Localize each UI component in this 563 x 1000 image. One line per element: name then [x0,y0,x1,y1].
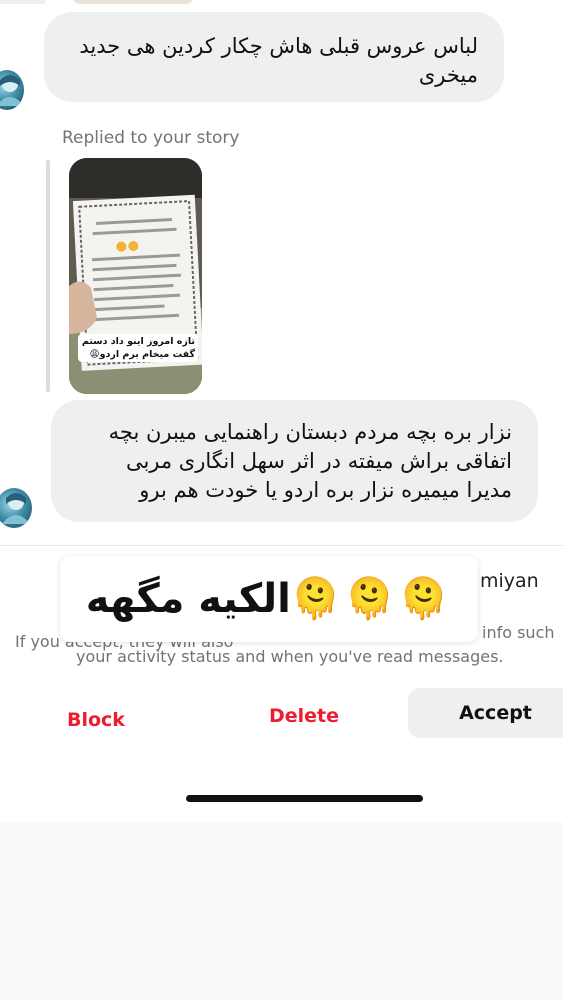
sticker-emoji: 🫠🫠🫠 [290,576,453,622]
accept-button[interactable]: Accept [408,688,563,738]
message-text: لباس عروس قبلی هاش چکار کردین هی جدید می… [79,34,478,87]
sender-avatar[interactable] [0,70,24,110]
story-caption: تازه امروز اینو داد دستم گفت میخام برم ا… [78,334,198,362]
sticker-text: الکیه مگهه [85,576,291,622]
panel-divider [0,545,563,546]
notice-line-1-right: info such [482,623,555,642]
accept-label: Accept [459,702,532,724]
delete-button[interactable]: Delete [269,705,339,727]
reply-indicator-bar [46,160,50,392]
previous-media-edge [72,0,194,4]
avatar-image-icon [0,75,24,106]
home-indicator[interactable] [186,795,423,802]
message-bubble[interactable]: لباس عروس قبلی هاش چکار کردین هی جدید می… [44,12,504,102]
previous-bubble-edge [0,0,46,4]
message-text: نزار بره بچه مردم دبستان راهنمایی میبرن … [108,420,512,502]
story-thumbnail[interactable]: تازه امروز اینو داد دستم گفت میخام برم ا… [69,158,202,394]
sender-avatar[interactable] [0,488,32,528]
block-button[interactable]: Block [67,709,125,731]
message-bubble[interactable]: نزار بره بچه مردم دبستان راهنمایی میبرن … [51,400,538,522]
avatar-image-icon [2,493,30,524]
notice-line-2: your activity status and when you've rea… [76,647,504,666]
requester-name-fragment: miyan [480,570,539,592]
reply-label: Replied to your story [62,128,240,148]
bottom-empty-area [0,822,563,1000]
text-sticker: 🫠🫠🫠 الکیه مگهه [60,556,478,642]
